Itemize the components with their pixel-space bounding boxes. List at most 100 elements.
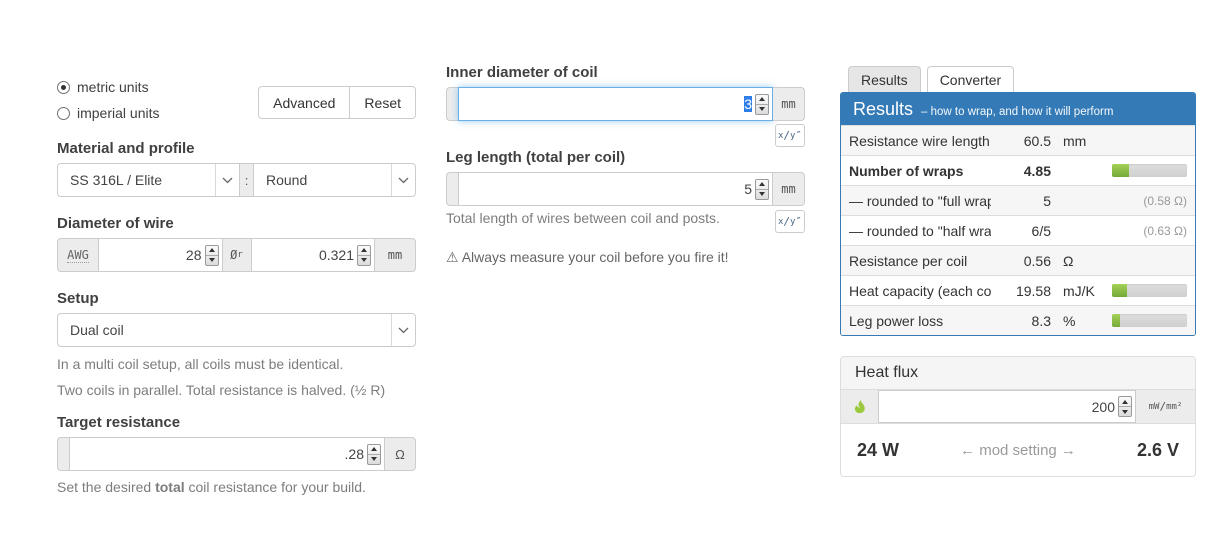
results-column: Results Converter Results – how to wrap,…	[840, 66, 1196, 477]
table-row: Leg power loss 8.3 %	[841, 305, 1195, 335]
wire-unit-addon: mm	[375, 238, 416, 272]
target-resistance-input[interactable]: .28	[69, 437, 385, 471]
table-row: Resistance wire length 60.5 mm	[841, 125, 1195, 155]
radio-selected-icon[interactable]	[57, 80, 70, 94]
row-label: Resistance per coil	[849, 252, 968, 269]
coil-calculator-page: metric units imperial units Advanced Res…	[0, 0, 1219, 552]
results-tabs: Results Converter	[848, 66, 1196, 92]
voltage-value: 2.6 V	[1136, 439, 1179, 460]
awg-input[interactable]: 28	[98, 238, 223, 272]
awg-spinner[interactable]	[204, 244, 219, 266]
row-extra: (0.63 Ω)	[1143, 223, 1187, 238]
flame-addon	[841, 390, 879, 423]
awg-value: 28	[185, 247, 202, 263]
row-unit: mm	[1063, 132, 1087, 149]
chevron-down-icon	[215, 164, 239, 196]
leg-length-spinner[interactable]	[755, 178, 769, 200]
results-panel: Results – how to wrap, and how it will p…	[840, 92, 1196, 336]
inner-diameter-heading: Inner diameter of coil	[446, 64, 598, 81]
table-row: Number of wraps 4.85	[841, 155, 1195, 185]
heat-flux-header: Heat flux	[841, 357, 1195, 390]
table-row: Heat capacity (each coil) 19.58 mJ/K	[841, 275, 1195, 305]
diameter-symbol-addon: Ør	[222, 238, 251, 272]
leg-power-progress-bar	[1112, 314, 1187, 327]
row-label: — rounded to "full wraps"	[849, 192, 991, 209]
material-select-value: SS 316L / Elite	[70, 172, 163, 188]
fraction-converter-button[interactable]: x / y ″	[775, 210, 805, 233]
leg-length-group: 5 mm	[446, 172, 805, 206]
results-panel-header: Results – how to wrap, and how it will p…	[841, 93, 1195, 125]
awg-addon: AWG	[57, 238, 98, 272]
chevron-down-icon	[391, 314, 415, 346]
wire-diameter-spinner[interactable]	[357, 244, 371, 266]
leg-length-value: 5	[744, 181, 752, 197]
wire-diameter-input[interactable]: 0.321	[250, 238, 375, 272]
advanced-button[interactable]: Advanced	[258, 86, 350, 119]
heat-flux-input[interactable]: 200	[879, 390, 1135, 423]
leg-length-input[interactable]: 5	[458, 172, 773, 206]
setup-note-2: Two coils in parallel. Total resistance …	[57, 382, 386, 398]
heat-flux-unit-addon: mW / mm²	[1135, 390, 1195, 423]
table-row: — rounded to "half wraps" 6/5 (0.63 Ω)	[841, 215, 1195, 245]
warning-icon: ⚠	[446, 249, 459, 265]
row-label: — rounded to "half wraps"	[849, 222, 991, 239]
row-value: 5	[1043, 192, 1051, 209]
leg-length-heading: Leg length (total per coil)	[446, 149, 626, 166]
setup-heading: Setup	[57, 290, 99, 307]
coil-dimensions-column: Inner diameter of coil 3 mm x / y ″ Leg len…	[446, 64, 805, 266]
inner-diameter-group: 3 mm	[446, 87, 805, 121]
mod-setting-label: ← mod setting →	[960, 441, 1076, 459]
row-value: 8.3	[1031, 312, 1051, 329]
setup-select-value: Dual coil	[70, 322, 124, 338]
row-value: 4.85	[1023, 162, 1051, 179]
profile-select-value: Round	[266, 172, 308, 188]
target-resistance-heading: Target resistance	[57, 414, 181, 431]
row-label: Heat capacity (each coil)	[849, 282, 991, 299]
table-row: — rounded to "full wraps" 5 (0.58 Ω)	[841, 185, 1195, 215]
row-label: Resistance wire length	[849, 132, 990, 149]
row-label: Number of wraps	[849, 162, 964, 179]
action-buttons: Advanced Reset	[258, 86, 416, 119]
fraction-converter-button[interactable]: x / y ″	[775, 124, 805, 147]
material-separator: :	[240, 163, 253, 197]
profile-select[interactable]: Round	[253, 163, 416, 197]
heat-flux-spinner[interactable]	[1118, 396, 1132, 417]
tab-converter[interactable]: Converter	[926, 66, 1015, 92]
settings-column: metric units imperial units Advanced Res…	[57, 72, 416, 495]
target-resistance-spinner[interactable]	[367, 443, 381, 465]
target-resistance-group: .28 Ω	[57, 437, 416, 471]
heat-capacity-progress-bar	[1112, 284, 1187, 297]
progress-fill	[1112, 284, 1127, 297]
ohm-addon: Ω	[385, 437, 416, 471]
left-addon	[446, 172, 458, 206]
radio-unselected-icon[interactable]	[57, 106, 70, 120]
progress-fill	[1112, 164, 1129, 177]
heat-flux-value: 200	[1091, 398, 1115, 415]
left-addon	[57, 437, 69, 471]
leg-length-note-row: Total length of wires between coil and p…	[446, 210, 805, 233]
flame-icon	[854, 398, 865, 414]
awg-label[interactable]: AWG	[67, 248, 89, 263]
reset-button[interactable]: Reset	[349, 86, 416, 119]
setup-select[interactable]: Dual coil	[57, 313, 416, 347]
setup-note-1: In a multi coil setup, all coils must be…	[57, 356, 344, 372]
wire-diameter-heading: Diameter of wire	[57, 215, 174, 232]
wire-diameter-group: AWG 28 Ør 0.321 mm	[57, 238, 416, 272]
inner-diameter-spinner[interactable]	[755, 93, 769, 115]
row-value: 19.58	[1015, 282, 1051, 299]
diameter-symbol: Ø	[230, 248, 238, 262]
measure-warning: ⚠ Always measure your coil before you fi…	[446, 249, 729, 265]
target-resistance-note: Set the desired total coil resistance fo…	[57, 479, 366, 495]
inner-diameter-input[interactable]: 3	[458, 87, 773, 121]
row-extra	[1101, 164, 1187, 177]
results-title: Results	[853, 99, 914, 119]
leg-length-note: Total length of wires between coil and p…	[446, 210, 720, 226]
inner-diameter-converter-row: x / y ″	[446, 124, 805, 147]
inner-diameter-unit-addon: mm	[773, 87, 805, 121]
material-profile-group: SS 316L / Elite : Round	[57, 163, 416, 197]
row-extra	[1101, 314, 1187, 327]
row-unit: mJ/K	[1063, 282, 1095, 299]
tab-results[interactable]: Results	[848, 66, 921, 92]
material-select[interactable]: SS 316L / Elite	[57, 163, 240, 197]
results-subtitle: – how to wrap, and how it will perform	[921, 106, 1114, 118]
